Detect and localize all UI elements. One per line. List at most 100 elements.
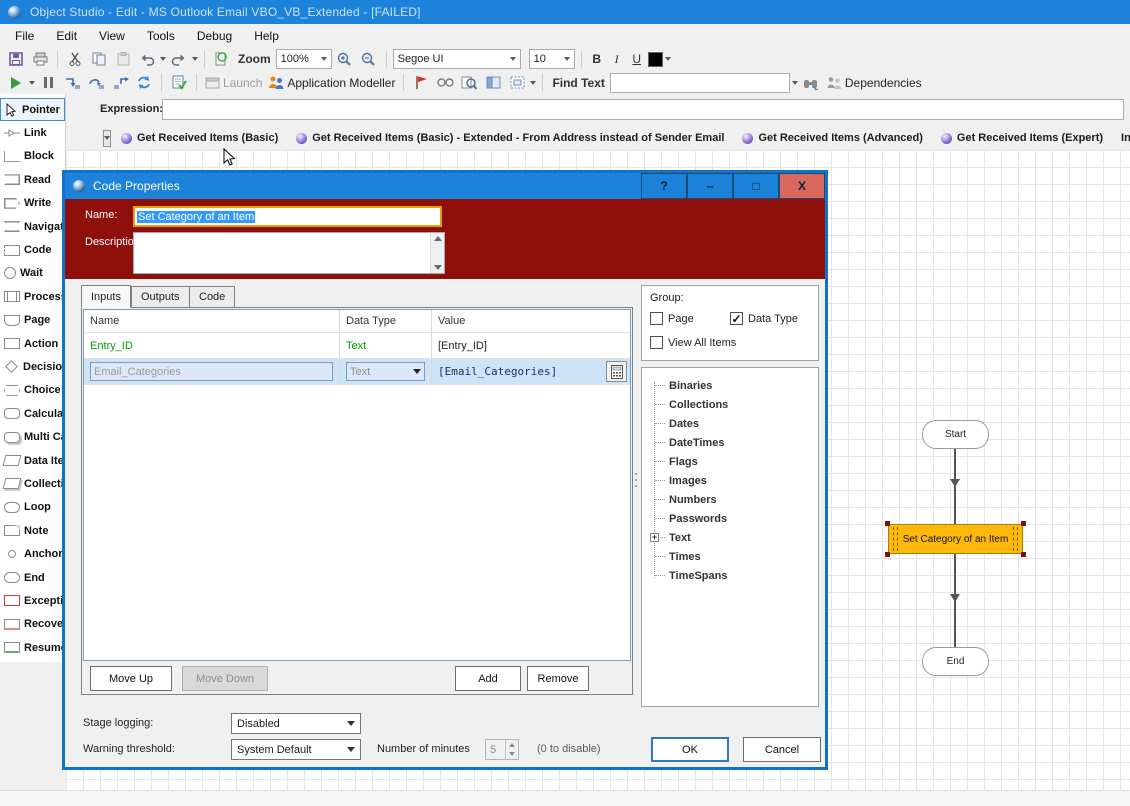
end-node[interactable]: End — [922, 647, 989, 676]
zoom-out-button[interactable] — [358, 49, 380, 70]
cut-button[interactable] — [64, 49, 86, 70]
cancel-button[interactable]: Cancel — [743, 737, 821, 762]
tab-outputs[interactable]: Outputs — [131, 286, 190, 308]
redo-button[interactable] — [168, 49, 190, 70]
tree-item-binaries[interactable]: Binaries — [642, 376, 818, 395]
tree-item-flags[interactable]: Flags — [642, 452, 818, 471]
splitter-handle[interactable] — [635, 473, 638, 487]
find-text-input[interactable] — [610, 73, 790, 93]
tool-page[interactable]: Page — [0, 309, 65, 332]
tool-choice[interactable]: Choice — [0, 379, 65, 402]
menu-edit[interactable]: Edit — [45, 26, 88, 46]
menu-debug[interactable]: Debug — [186, 26, 243, 46]
layout-view-button[interactable] — [506, 72, 528, 93]
step-out-button[interactable] — [109, 72, 131, 93]
tool-code[interactable]: Code — [0, 238, 65, 261]
tree-item-timespans[interactable]: TimeSpans — [642, 566, 818, 585]
application-modeller-button[interactable]: Application Modeller — [266, 72, 397, 93]
expression-editor-button[interactable] — [606, 361, 627, 382]
tool-exception[interactable]: Exception — [0, 589, 65, 612]
scroll-up-icon[interactable] — [433, 234, 442, 243]
group-page-checkbox[interactable]: Page — [650, 312, 694, 325]
selection-handle[interactable] — [885, 552, 890, 557]
copy-button[interactable] — [88, 49, 110, 70]
ok-button[interactable]: OK — [651, 737, 729, 762]
italic-button[interactable]: I — [608, 52, 626, 67]
reset-button[interactable] — [133, 72, 155, 93]
tree-item-numbers[interactable]: Numbers — [642, 490, 818, 509]
tree-item-text[interactable]: +Text — [642, 528, 818, 547]
tool-link[interactable]: Link — [0, 121, 65, 144]
tool-calculate[interactable]: Calculate — [0, 402, 65, 425]
tool-data-item[interactable]: Data Item — [0, 449, 65, 472]
add-button[interactable]: Add — [455, 666, 521, 691]
page-tab-internal-get-items[interactable]: Internal_Get Items — [1113, 129, 1130, 148]
group-data-type-checkbox[interactable]: Data Type — [730, 312, 798, 325]
tab-inputs[interactable]: Inputs — [81, 285, 131, 308]
pause-button[interactable] — [37, 72, 59, 93]
tool-action[interactable]: Action — [0, 332, 65, 355]
row-name-editor[interactable]: Email_Categories — [90, 362, 333, 381]
step-into-button[interactable] — [61, 72, 83, 93]
zoom-level-combobox[interactable]: 100% — [276, 49, 332, 69]
undo-button[interactable] — [136, 49, 158, 70]
selection-handle[interactable] — [885, 521, 890, 526]
table-row-entry-id[interactable]: Entry_ID Text [Entry_ID] — [84, 333, 630, 359]
view-all-items-checkbox[interactable]: View All Items — [650, 336, 736, 349]
stage-logging-combobox[interactable]: Disabled — [231, 713, 361, 734]
header-value[interactable]: Value — [432, 310, 630, 332]
tool-write[interactable]: Write — [0, 192, 65, 215]
close-button[interactable]: X — [779, 173, 825, 199]
menu-help[interactable]: Help — [243, 26, 290, 46]
tree-expand-icon[interactable]: + — [650, 533, 659, 542]
scroll-down-icon[interactable] — [433, 263, 442, 272]
tool-pointer[interactable]: Pointer — [0, 98, 65, 121]
tool-recover[interactable]: Recover — [0, 613, 65, 636]
tree-item-collections[interactable]: Collections — [642, 395, 818, 414]
view-dropdown-icon[interactable] — [530, 81, 536, 85]
redo-dropdown-icon[interactable] — [192, 57, 198, 61]
menu-file[interactable]: File — [4, 26, 45, 46]
tool-note[interactable]: Note — [0, 519, 65, 542]
tool-read[interactable]: Read — [0, 168, 65, 191]
remove-button[interactable]: Remove — [527, 666, 589, 691]
expression-input[interactable] — [162, 99, 1124, 120]
page-tab-get-received-basic[interactable]: Get Received Items (Basic) — [113, 129, 286, 148]
help-button[interactable]: ? — [641, 173, 687, 199]
tool-block[interactable]: Block — [0, 145, 65, 168]
tree-item-passwords[interactable]: Passwords — [642, 509, 818, 528]
warning-threshold-combobox[interactable]: System Default — [231, 739, 361, 760]
tool-navigate[interactable]: Navigate — [0, 215, 65, 238]
validate-button[interactable] — [168, 72, 190, 93]
tool-wait[interactable]: Wait — [0, 262, 65, 285]
spinner-down-icon[interactable] — [506, 750, 518, 760]
page-tab-get-received-expert[interactable]: Get Received Items (Expert) — [933, 129, 1111, 148]
zoom-in-button[interactable] — [334, 49, 356, 70]
underline-button[interactable]: U — [628, 52, 646, 66]
run-dropdown-icon[interactable] — [29, 81, 35, 85]
tool-loop[interactable]: Loop — [0, 496, 65, 519]
minimize-button[interactable]: – — [687, 173, 733, 199]
move-down-button[interactable]: Move Down — [182, 666, 268, 691]
tree-item-dates[interactable]: Dates — [642, 414, 818, 433]
panel-view-button[interactable] — [482, 72, 504, 93]
font-color-swatch[interactable] — [648, 52, 663, 67]
selection-handle[interactable] — [1021, 521, 1026, 526]
bold-button[interactable]: B — [588, 52, 606, 66]
page-tab-get-received-advanced[interactable]: Get Received Items (Advanced) — [734, 129, 930, 148]
move-up-button[interactable]: Move Up — [90, 666, 172, 691]
maximize-button[interactable]: □ — [733, 173, 779, 199]
tab-code[interactable]: Code — [189, 286, 235, 308]
find-text-dropdown-icon[interactable] — [792, 81, 798, 85]
code-stage-set-category[interactable]: Set Category of an Item — [888, 524, 1023, 554]
font-color-dropdown-icon[interactable] — [665, 57, 671, 61]
tab-list-dropdown-button[interactable] — [103, 130, 111, 147]
tool-multi-calc[interactable]: Multi Calc — [0, 425, 65, 448]
name-input[interactable]: Set Category of an Item — [133, 206, 442, 227]
selection-handle[interactable] — [1021, 552, 1026, 557]
launch-button[interactable]: Launch — [203, 72, 264, 93]
description-textarea[interactable] — [133, 232, 445, 274]
breakpoint-flag-button[interactable] — [410, 72, 432, 93]
spinner-up-icon[interactable] — [506, 740, 518, 750]
tool-decision[interactable]: Decision — [0, 355, 65, 378]
